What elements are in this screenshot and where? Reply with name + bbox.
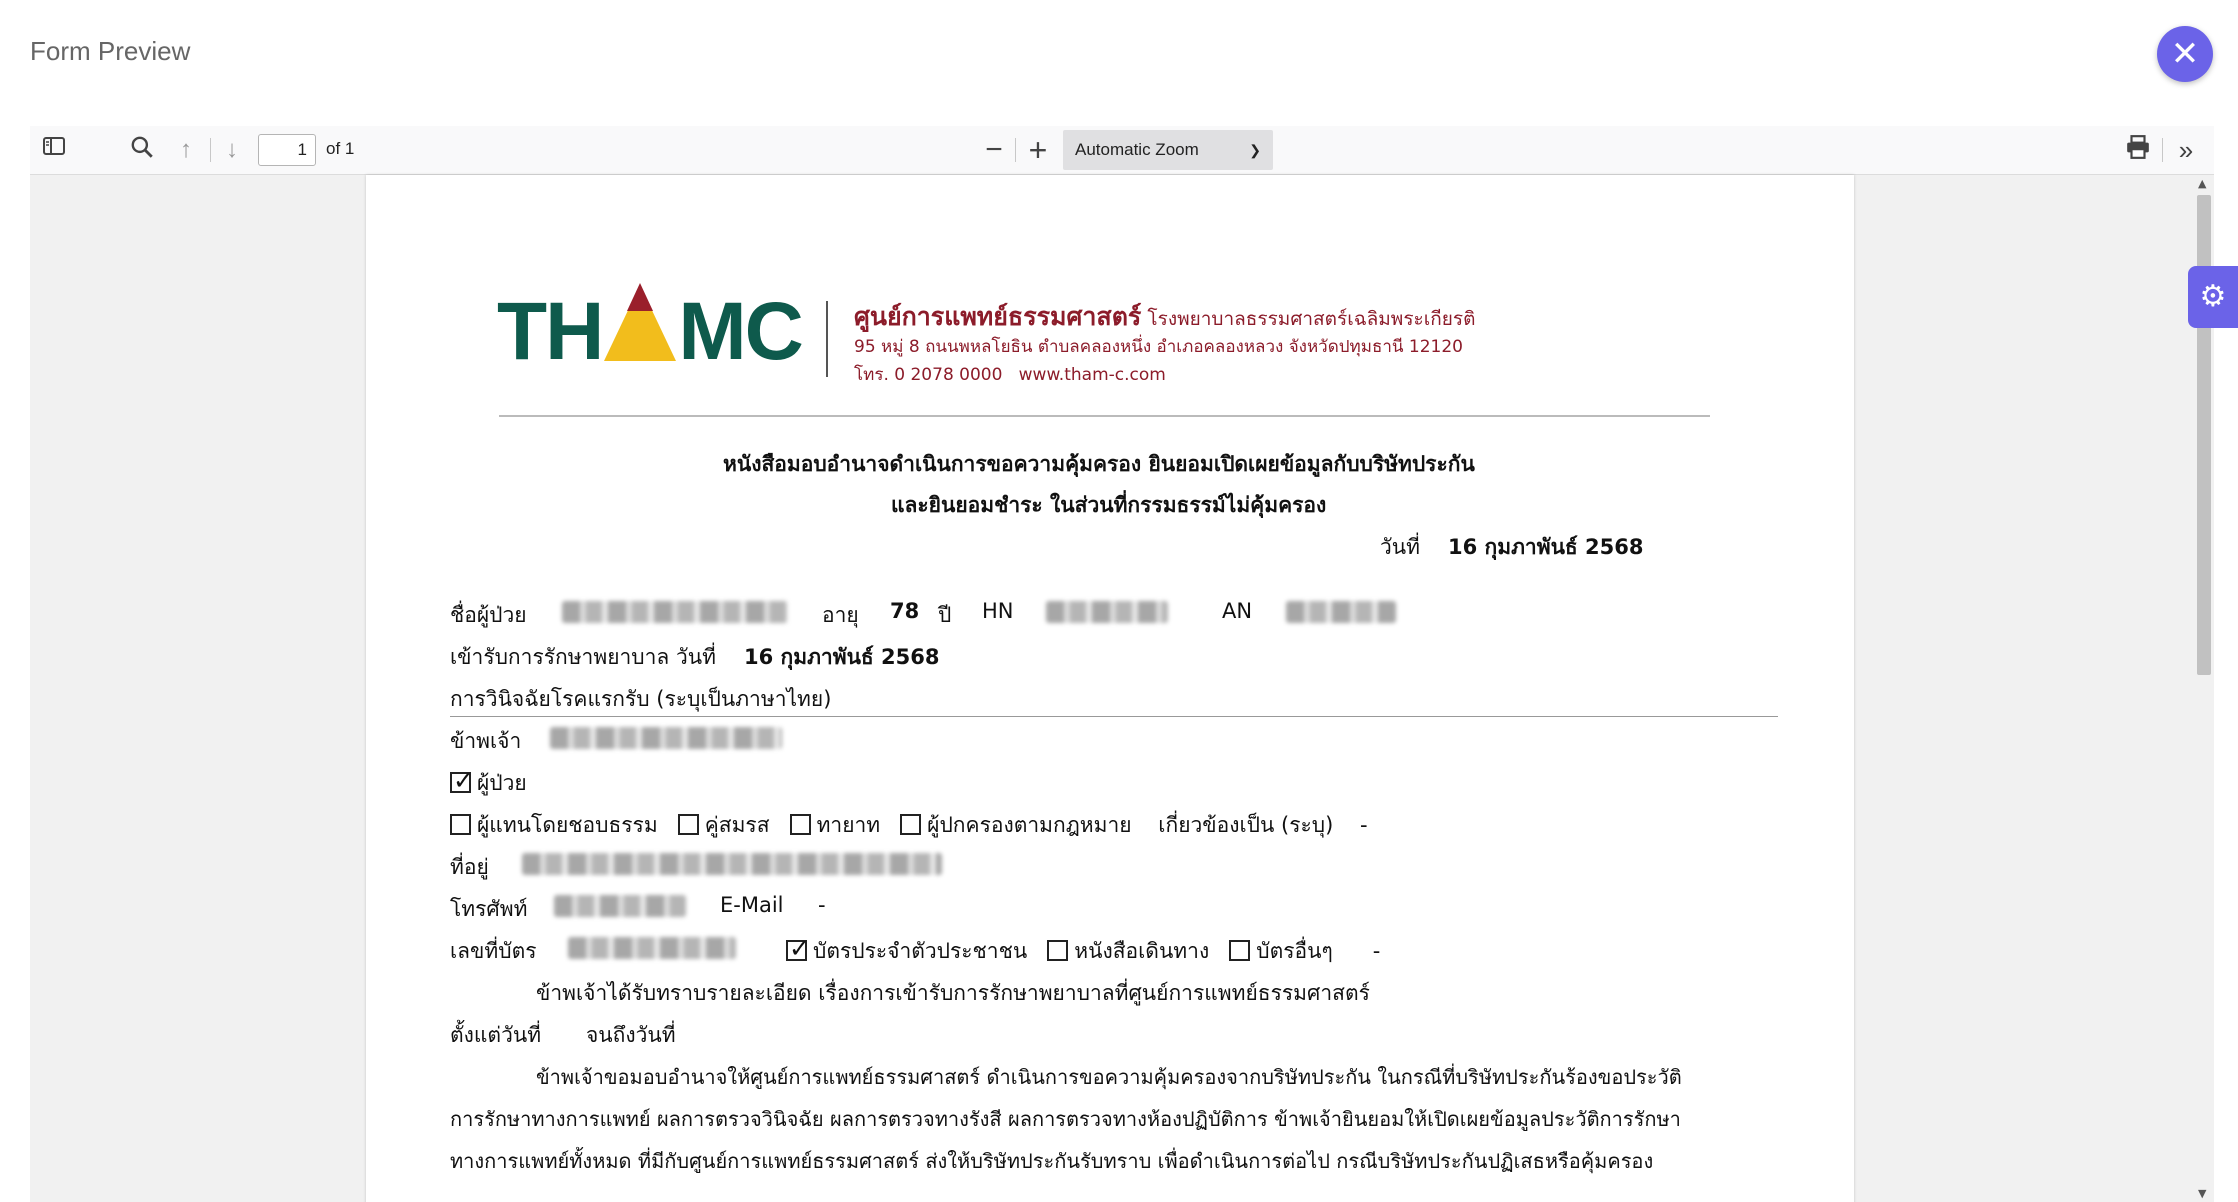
age-label: อายุ: [822, 603, 859, 627]
age-value: 78: [890, 599, 920, 623]
sidebar-toggle-icon[interactable]: [38, 134, 70, 166]
checkbox-checked: [786, 934, 810, 963]
toolbar-divider: [210, 138, 211, 162]
pdf-page: TH MC ศูนย์การแพทย์ธรรมศาสตร์ โรงพยาบาลธร…: [366, 175, 1854, 1202]
scroll-up-icon[interactable]: ▲: [2198, 177, 2206, 190]
chevron-down-icon: ❯: [1249, 142, 1261, 158]
paragraph-2-line1: ข้าพเจ้าขอมอบอำนาจให้ศูนย์การแพทย์ธรรมศา…: [536, 1065, 1682, 1089]
header-rule: [499, 415, 1710, 417]
until-label: จนถึงวันที่: [586, 1023, 676, 1047]
checkbox: [450, 814, 471, 835]
previous-page-icon[interactable]: ↑: [170, 134, 202, 166]
vertical-scrollbar[interactable]: ▲ ▼: [2194, 175, 2214, 1202]
paragraph-2-line3: ทางการแพทย์ทั้งหมด ที่มีกับศูนย์การแพทย์…: [450, 1149, 1654, 1173]
next-page-icon[interactable]: ↓: [216, 134, 248, 166]
checkbox: [1229, 940, 1251, 961]
paragraph-1: ข้าพเจ้าได้รับทราบรายละเอียด เรื่องการเข…: [536, 981, 1370, 1005]
doc-title-line2: และยินยอมชำระ ในส่วนที่กรรมธรรม์ไม่คุ้มค…: [891, 493, 1327, 517]
print-icon[interactable]: [2122, 134, 2154, 166]
doc-title-line1: หนังสือมอบอำนาจดำเนินการขอความคุ้มครอง ย…: [723, 452, 1475, 476]
pdf-viewer: ↑ ↓ 1 of 1 − + Automatic Zoom ❯ » TH MC ศ…: [30, 126, 2214, 1202]
pdf-toolbar: ↑ ↓ 1 of 1 − + Automatic Zoom ❯ »: [30, 126, 2214, 175]
page-count-label: of 1: [326, 139, 355, 158]
grantor-label: ข้าพเจ้า: [450, 729, 522, 753]
more-tools-icon[interactable]: »: [2170, 134, 2202, 166]
hospital-address: 95 หมู่ 8 ถนนพหลโยธิน ตำบลคลองหนึ่ง อำเภ…: [854, 337, 1463, 357]
age-unit: ปี: [938, 603, 952, 627]
checkbox: [900, 814, 922, 835]
phone-label: โทรศัพท์: [450, 897, 528, 921]
toolbar-divider: [2162, 138, 2163, 162]
since-label: ตั้งแต่วันที่: [450, 1023, 542, 1047]
letterhead-divider: [826, 301, 828, 377]
admit-label: เข้ารับการรักษาพยาบาล วันที่: [450, 645, 716, 669]
zoom-select[interactable]: Automatic Zoom ❯: [1063, 130, 1273, 170]
search-icon[interactable]: [126, 134, 158, 166]
patient-name-redacted: [562, 601, 788, 623]
date-label: วันที่: [1380, 535, 1420, 559]
address-redacted: [522, 853, 942, 875]
hospital-contact: โทร. 0 2078 0000 www.tham-c.com: [854, 365, 1166, 385]
patient-name-label: ชื่อผู้ป่วย: [450, 603, 527, 627]
page-title: Form Preview: [30, 36, 191, 66]
page-number-input[interactable]: 1: [258, 134, 316, 166]
admit-date-value: 16 กุมภาพันธ์ 2568: [744, 645, 940, 669]
checkbox: [789, 814, 811, 835]
hn-redacted: [1046, 601, 1168, 623]
address-label: ที่อยู่: [450, 855, 489, 879]
zoom-out-button[interactable]: −: [978, 134, 1010, 166]
tham-c-logo: TH MC: [497, 283, 804, 377]
gear-icon[interactable]: ⚙: [2188, 266, 2238, 328]
zoom-in-button[interactable]: +: [1022, 134, 1054, 166]
hn-label: HN: [982, 599, 1014, 623]
paragraph-2-line2: การรักษาทางการแพทย์ ผลการตรวจวินิจฉัย ผล…: [450, 1107, 1681, 1131]
grantor-name-redacted: [550, 727, 782, 749]
hospital-name: ศูนย์การแพทย์ธรรมศาสตร์ โรงพยาบาลธรรมศาส…: [854, 302, 1476, 331]
id-redacted: [568, 937, 736, 959]
toolbar-divider: [1015, 138, 1016, 162]
close-icon[interactable]: ✕: [2157, 26, 2213, 82]
checkbox-checked: [450, 766, 474, 795]
scroll-down-icon[interactable]: ▼: [2198, 1187, 2206, 1200]
email-value: -: [818, 893, 826, 917]
phone-redacted: [554, 895, 686, 917]
diagnosis-label: การวินิจฉัยโรคแรกรับ (ระบุเป็นภาษาไทย): [450, 687, 832, 711]
role-patient-option: ผู้ป่วย: [450, 766, 527, 800]
role-options-row: ผู้แทนโดยชอบธรรม คู่สมรส ทายาท ผู้ปกครอง…: [450, 809, 1368, 842]
an-label: AN: [1222, 599, 1253, 623]
id-label: เลขที่บัตร: [450, 939, 537, 963]
checkbox: [1047, 940, 1069, 961]
checkbox: [677, 814, 699, 835]
zoom-value: Automatic Zoom: [1075, 140, 1199, 159]
date-value: 16 กุมภาพันธ์ 2568: [1448, 535, 1644, 559]
an-redacted: [1286, 601, 1396, 623]
id-type-row: บัตรประจำตัวประชาชน หนังสือเดินทาง บัตรอ…: [786, 934, 1380, 968]
email-label: E-Mail: [720, 893, 784, 917]
diagnosis-rule: [450, 716, 1778, 717]
